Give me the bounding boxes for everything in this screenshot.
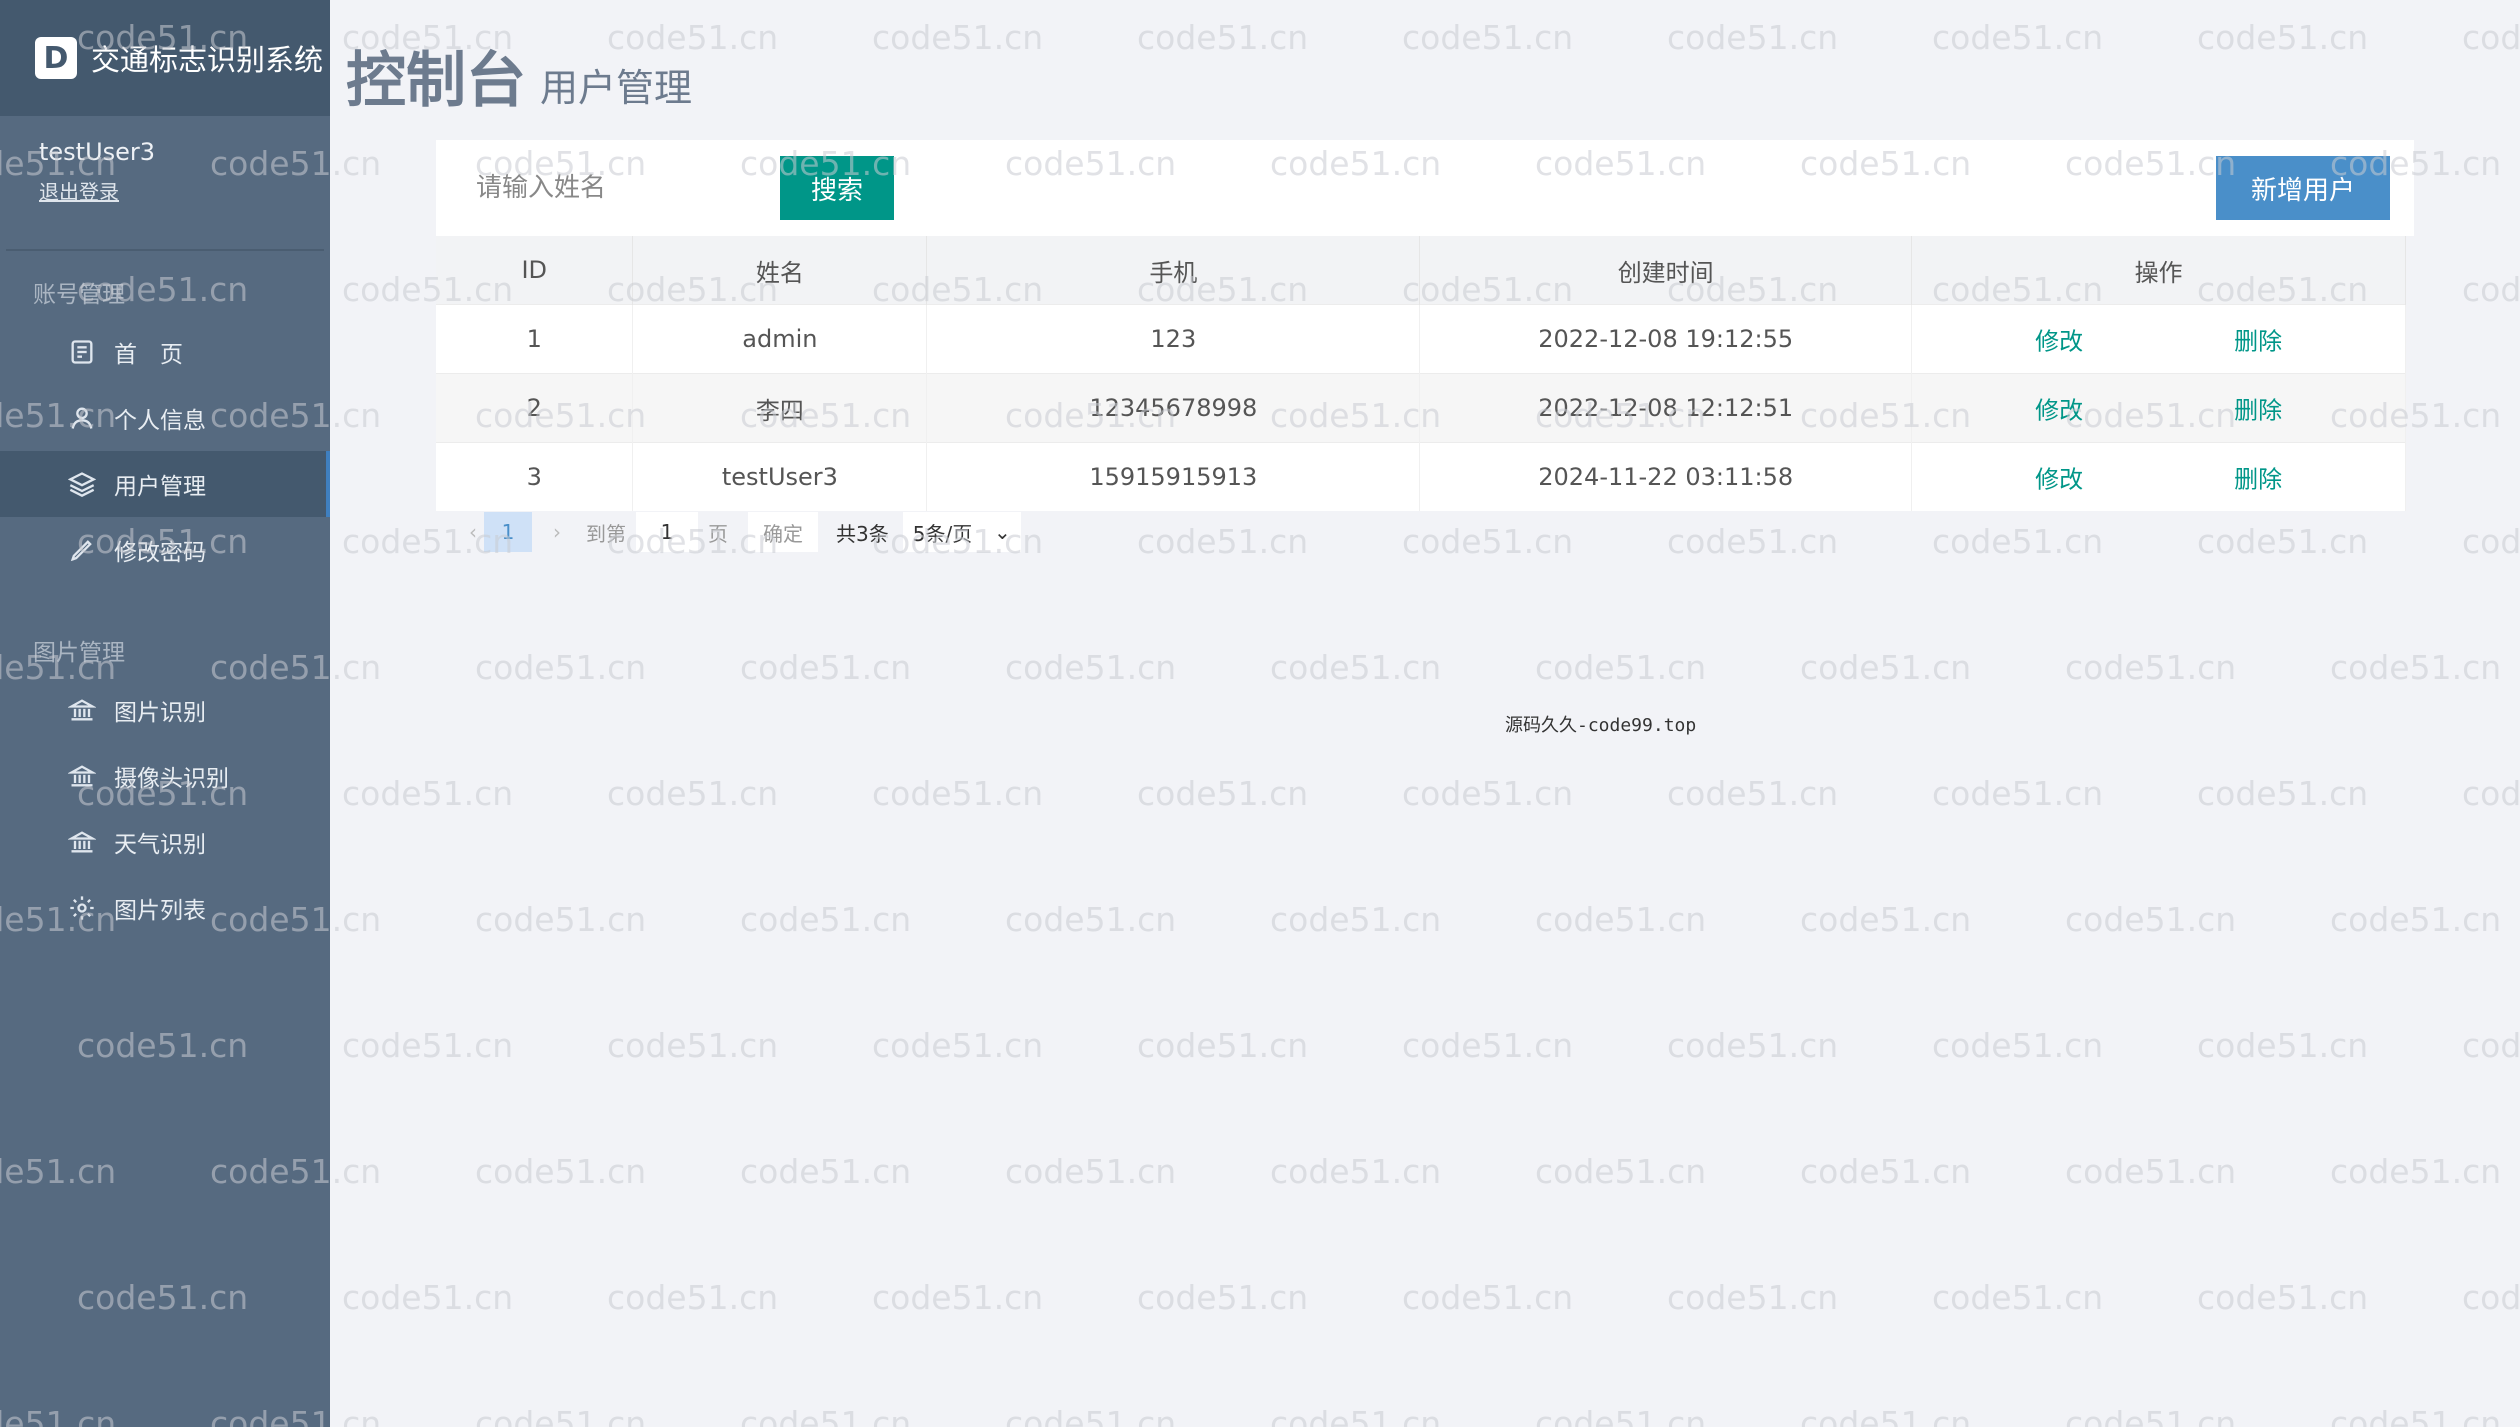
sidebar-item-image-list[interactable]: 图片列表 [0, 875, 330, 941]
sidebar-item-label: 图片识别 [114, 700, 206, 726]
nav-group-images: 图片管理 [33, 640, 125, 666]
edit-link[interactable]: 修改 [2035, 460, 2083, 495]
search-button[interactable]: 搜索 [780, 156, 894, 220]
delete-link[interactable]: 删除 [2234, 391, 2282, 426]
sidebar-item-label: 摄像头识别 [114, 766, 229, 792]
page-title: 控制台 [346, 46, 526, 116]
toolbar: 搜索 新增用户 [436, 140, 2414, 236]
layers-icon [66, 468, 98, 500]
page-size-select[interactable]: 5条/页 ⌄ [902, 512, 1021, 552]
cell-phone: 123 [926, 304, 1421, 374]
home-doc-icon [66, 336, 98, 368]
sidebar-item-label: 天气识别 [114, 832, 206, 858]
sidebar-item-user-management[interactable]: 用户管理 [0, 451, 330, 517]
search-input[interactable] [462, 156, 772, 220]
sidebar-item-image-recognition[interactable]: 图片识别 [0, 677, 330, 743]
user-panel: 搜索 新增用户 ID 姓名 手机 创建时间 操作 1 admin [436, 140, 2414, 560]
logout-link[interactable]: 退出登录 [39, 176, 119, 205]
cell-actions: 修改 删除 [1911, 304, 2406, 374]
column-header-id: ID [436, 236, 634, 305]
goto-confirm-button[interactable]: 确定 [748, 512, 818, 552]
page-unit-label: 页 [708, 521, 728, 546]
cell-phone: 15915915913 [926, 442, 1421, 511]
add-user-button[interactable]: 新增用户 [2216, 156, 2390, 220]
footer-text: 源码久久-code99.top [1505, 715, 1697, 736]
bank-icon [66, 694, 98, 726]
bank-icon [66, 760, 98, 792]
cell-created: 2022-12-08 19:12:55 [1419, 304, 1913, 374]
sidebar-item-change-password[interactable]: 修改密码 [0, 517, 330, 583]
pagination: ‹ 1 › 到第 页 确定 共3条 5条/页 ⌄ [462, 512, 1021, 552]
sidebar-item-weather-recognition[interactable]: 天气识别 [0, 809, 330, 875]
sidebar-item-profile[interactable]: 个人信息 [0, 385, 330, 451]
cell-phone: 12345678998 [926, 373, 1421, 443]
column-header-name: 姓名 [632, 236, 928, 305]
user-icon [66, 402, 98, 434]
column-header-created: 创建时间 [1419, 236, 1913, 305]
main-content: 控制台 用户管理 搜索 新增用户 ID 姓名 手机 创建时间 操作 [330, 0, 2520, 1427]
user-table: ID 姓名 手机 创建时间 操作 1 admin 123 2022-12-08 … [436, 236, 2406, 511]
edit-link[interactable]: 修改 [2035, 322, 2083, 357]
brand-bar: D 交通标志识别系统 [0, 0, 330, 116]
prev-page-icon[interactable]: ‹ [462, 520, 484, 544]
sidebar-item-label: 图片列表 [114, 898, 206, 924]
goto-page-input[interactable] [636, 512, 698, 552]
column-header-phone: 手机 [926, 236, 1421, 305]
goto-label: 到第 [586, 521, 626, 546]
nav-group-account: 账号管理 [33, 282, 125, 308]
sidebar: D 交通标志识别系统 testUser3 退出登录 账号管理 首 页 个人信息 … [0, 0, 330, 1427]
pen-icon [66, 534, 98, 566]
delete-link[interactable]: 删除 [2234, 322, 2282, 357]
app-title: 交通标志识别系统 [91, 43, 324, 77]
next-page-icon[interactable]: › [546, 520, 568, 544]
user-info: testUser3 退出登录 [6, 116, 324, 251]
sidebar-item-camera-recognition[interactable]: 摄像头识别 [0, 743, 330, 809]
gear-icon [66, 892, 98, 924]
cell-actions: 修改 删除 [1911, 442, 2406, 511]
table-header-row: ID 姓名 手机 创建时间 操作 [436, 236, 2406, 305]
delete-link[interactable]: 删除 [2234, 460, 2282, 495]
table-row: 2 李四 12345678998 2022-12-08 12:12:51 修改 … [436, 373, 2406, 443]
cell-actions: 修改 删除 [1911, 373, 2406, 443]
cell-name: testUser3 [632, 442, 928, 511]
sidebar-item-label: 修改密码 [114, 540, 206, 566]
table-row: 1 admin 123 2022-12-08 19:12:55 修改 删除 [436, 304, 2406, 374]
app-logo: D [35, 37, 77, 79]
sidebar-item-label: 首 页 [114, 342, 183, 368]
page-header: 控制台 用户管理 [346, 46, 692, 116]
edit-link[interactable]: 修改 [2035, 391, 2083, 426]
cell-name: 李四 [632, 373, 928, 443]
column-header-actions: 操作 [1911, 236, 2406, 305]
table-row: 3 testUser3 15915915913 2024-11-22 03:11… [436, 442, 2406, 511]
page-size-value: 5条/页 [912, 521, 973, 546]
sidebar-item-label: 个人信息 [114, 408, 206, 434]
chevron-down-icon: ⌄ [993, 520, 1011, 544]
cell-created: 2024-11-22 03:11:58 [1419, 442, 1913, 511]
bank-icon [66, 826, 98, 858]
cell-id: 2 [436, 373, 634, 443]
cell-name: admin [632, 304, 928, 374]
sidebar-item-label: 用户管理 [114, 474, 206, 500]
sidebar-item-home[interactable]: 首 页 [0, 319, 330, 385]
total-count: 共3条 [836, 521, 889, 546]
cell-id: 3 [436, 442, 634, 511]
cell-id: 1 [436, 304, 634, 374]
page-number-current[interactable]: 1 [484, 512, 532, 552]
page-subtitle: 用户管理 [540, 66, 693, 110]
user-name: testUser3 [39, 138, 156, 166]
cell-created: 2022-12-08 12:12:51 [1419, 373, 1913, 443]
